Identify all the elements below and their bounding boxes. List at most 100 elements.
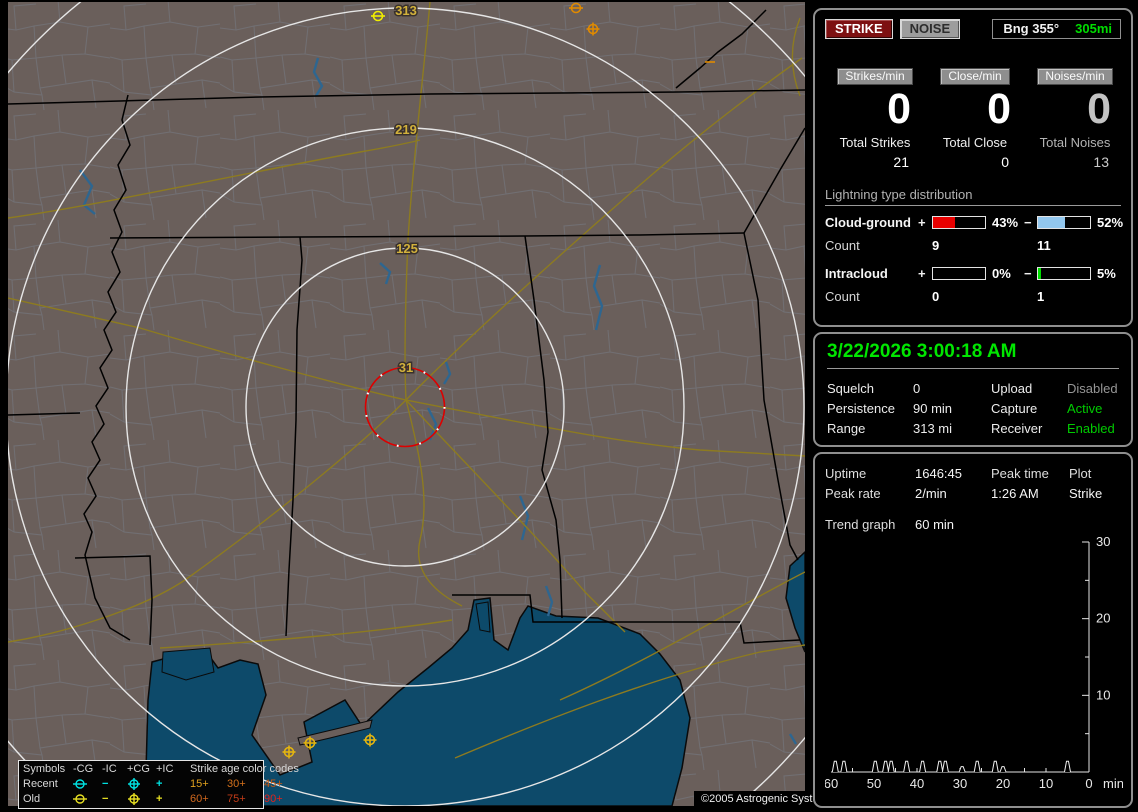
cg-plus-pct: 43% [992,215,1019,230]
cg-minus-pct: 52% [1097,215,1124,230]
legend-col-neg-cg: -CG [73,763,94,775]
noise-toggle-button[interactable]: NOISE [899,19,961,39]
legend-recent-label: Recent [23,778,58,790]
bearing-value: Bng 355° [1003,21,1060,36]
ic-count-label: Count [825,289,860,304]
strikes-per-min-button[interactable]: Strikes/min [837,68,913,85]
plus-ic-recent-icon: + [156,778,163,790]
noises-per-min-value: 0 [1087,85,1111,133]
range-label: Range [827,420,866,436]
uptime-value: 1646:45 [915,465,962,481]
map-canvas: 313 219 125 31 [0,0,925,812]
cg-plus-bar [932,216,986,229]
legend-age-header: Strike age color codes [190,763,299,775]
close-per-min-button[interactable]: Close/min [940,68,1010,85]
squelch-value: 0 [913,380,921,396]
trend-panel: Uptime 1646:45 Peak time Plot Peak rate … [813,452,1133,808]
cloud-ground-label: Cloud-ground [825,215,911,230]
trend-graph-label: Trend graph [825,516,896,532]
ring-label-219: 219 [395,122,417,137]
legend-recent-row: Recent − + 15+ 30+ 45+ [23,777,283,792]
close-per-min-value: 0 [987,85,1011,133]
minus-ic-recent-icon: − [102,778,109,790]
minus-sign: − [1024,266,1032,281]
peak-rate-value: 2/min [915,485,947,501]
svg-text:60: 60 [825,776,838,791]
persistence-value: 90 min [913,400,953,416]
total-close-label: Total Close [942,135,1008,150]
intracloud-row: Intracloud + 0% − 5% [825,266,1121,281]
peak-time-label: Peak time [991,465,1049,481]
status-panel: 3/22/2026 3:00:18 AM Squelch 0 Upload Di… [813,332,1133,447]
bearing-readout: Bng 355° 305mi [992,19,1121,39]
plus-cg-recent-icon [128,778,140,791]
strike-toggle-button[interactable]: STRIKE [825,19,893,39]
svg-text:30: 30 [953,776,967,791]
stats-row: Uptime 1646:45 Peak time Plot [825,463,1121,483]
peak-time-value: 1:26 AM [991,485,1039,501]
age-code-75: 75+ [227,793,246,805]
trend-graph-value: 60 min [915,516,955,532]
strikes-column: Strikes/min 0 Total Strikes 21 [825,68,925,170]
plot-label: Plot [1069,465,1092,481]
legend-col-pos-ic: +IC [156,763,174,775]
age-code-90: 90+ [264,793,283,805]
svg-text:10: 10 [1096,687,1110,702]
total-strikes-label: Total Strikes [839,135,911,150]
age-code-30: 30+ [227,778,246,790]
distribution-title: Lightning type distribution [825,187,1121,206]
status-row: Range 313 mi Receiver Enabled [827,418,1119,438]
status-row: Squelch 0 Upload Disabled [827,378,1119,398]
svg-text:0: 0 [1085,776,1092,791]
plot-value: Strike [1069,485,1103,501]
svg-text:20: 20 [996,776,1010,791]
strikes-per-min-value: 0 [887,85,911,133]
ring-label-125: 125 [396,241,418,256]
svg-text:10: 10 [1039,776,1053,791]
squelch-label: Squelch [827,380,874,396]
counters-panel: STRIKE NOISE Bng 355° 305mi Strikes/min … [813,8,1133,327]
plus-sign: + [918,266,926,281]
svg-text:30: 30 [1096,536,1110,549]
noises-per-min-button[interactable]: Noises/min [1037,68,1113,85]
ic-minus-pct: 5% [1097,266,1116,281]
bearing-range: 305mi [1075,21,1112,36]
ic-minus-count: 1 [1037,289,1045,304]
trend-graph: 10 20 30 60 50 40 30 20 10 0 min [825,536,1123,791]
ic-plus-pct: 0% [992,266,1011,281]
intracloud-label: Intracloud [825,266,888,281]
age-code-15: 15+ [190,778,209,790]
plus-ic-old-icon: + [156,793,163,805]
intracloud-count-row: Count 0 1 [825,289,1121,304]
peak-rate-label: Peak rate [825,485,881,501]
svg-text:min: min [1103,776,1123,791]
uptime-label: Uptime [825,465,867,481]
total-close-value: 0 [1001,154,1009,170]
cg-minus-bar [1037,216,1091,229]
age-code-60: 60+ [190,793,209,805]
noises-column: Noises/min 0 Total Noises 13 [1025,68,1125,170]
svg-text:50: 50 [867,776,881,791]
capture-status: Active [1067,400,1103,416]
stats-row: Peak rate 2/min 1:26 AM Strike [825,483,1121,503]
upload-status: Disabled [1067,380,1118,396]
cg-plus-count: 9 [932,238,940,253]
minus-cg-recent-icon [73,779,87,789]
ic-minus-bar [1037,267,1091,280]
receiver-label: Receiver [991,420,1043,436]
cg-minus-count: 11 [1037,238,1051,253]
lightning-map[interactable]: 313 219 125 31 Symbols -CG -IC +CG +IC S… [0,0,925,812]
trend-graph-row: Trend graph 60 min [825,514,1121,534]
plus-cg-old-icon [128,793,140,806]
receiver-status: Enabled [1067,420,1115,436]
capture-label: Capture [991,400,1038,416]
total-noises-value: 13 [1093,154,1109,170]
ring-label-313: 313 [395,3,417,18]
legend-symbols-header: Symbols [23,763,66,775]
legend-col-pos-cg: +CG [127,763,150,775]
cg-count-label: Count [825,238,860,253]
ic-plus-bar [932,267,986,280]
legend-header-row: Symbols -CG -IC +CG +IC Strike age color… [23,762,299,777]
status-row: Persistence 90 min Capture Active [827,398,1119,418]
svg-text:40: 40 [910,776,924,791]
